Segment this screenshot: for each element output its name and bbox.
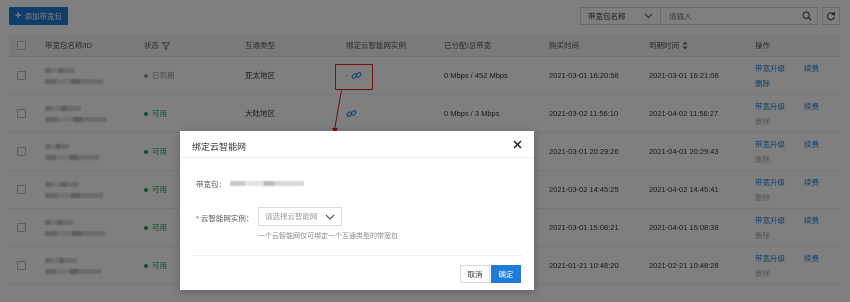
- bind-ccn-dialog: 绑定云智能网 带宽包： * 云智能网实例： 请选择云智能网 一个云智能网仅可绑定一…: [180, 131, 534, 290]
- cancel-button[interactable]: 取消: [460, 265, 490, 283]
- ccn-label: * 云智能网实例：: [196, 213, 253, 224]
- ccn-hint: 一个云智能网仅可绑定一个互通类型的带宽包: [258, 233, 398, 240]
- required-mark: *: [196, 214, 199, 223]
- ccn-label-text: 云智能网实例：: [200, 214, 254, 223]
- ccn-select[interactable]: 请选择云智能网: [258, 207, 342, 226]
- package-label: 带宽包：: [196, 180, 226, 189]
- ccn-select-placeholder: 请选择云智能网: [265, 212, 318, 221]
- dialog-footer-divider: [192, 255, 522, 256]
- confirm-button[interactable]: 确定: [491, 265, 521, 283]
- dialog-divider: [180, 157, 534, 158]
- chevron-down-icon: [325, 214, 335, 220]
- close-icon[interactable]: [511, 138, 523, 150]
- dialog-title: 绑定云智能网: [192, 142, 247, 152]
- package-id-value: [230, 181, 304, 186]
